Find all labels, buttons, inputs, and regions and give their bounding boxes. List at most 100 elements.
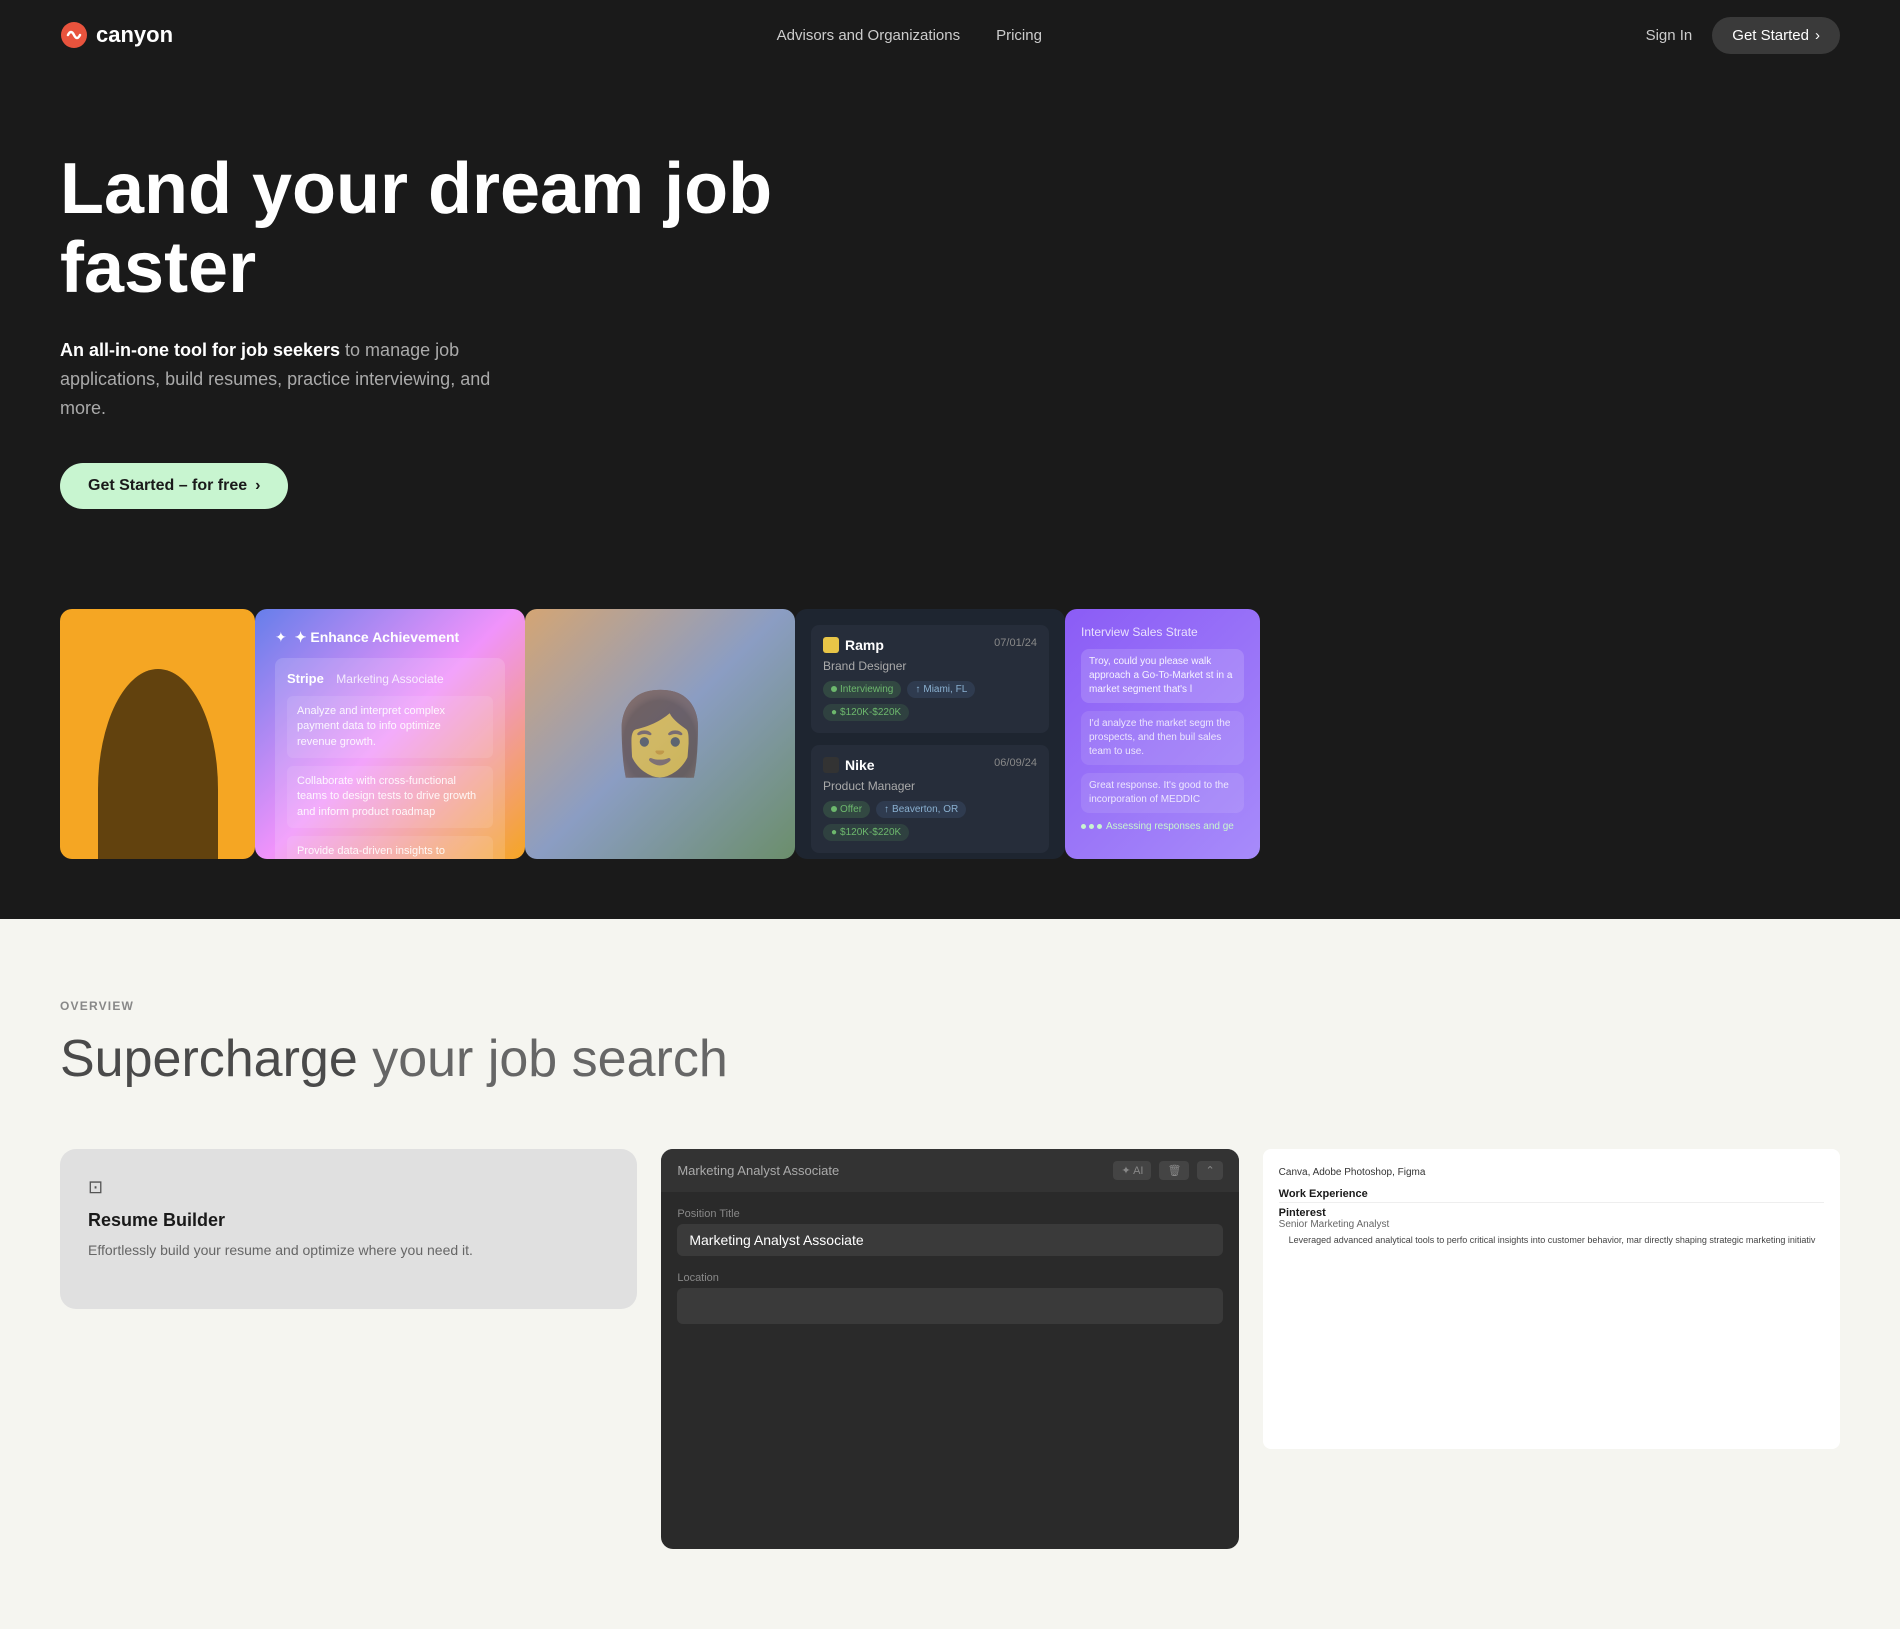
location-value <box>677 1288 1222 1324</box>
location-tag: ↑ Miami, FL <box>907 681 975 698</box>
nav-advisors[interactable]: Advisors and Organizations <box>777 27 960 44</box>
salary-icon: ● <box>831 707 837 718</box>
overview-title-plain: Supercharge <box>60 1030 358 1088</box>
overview-section: OVERVIEW Supercharge your job search ⊡ R… <box>0 919 1900 1629</box>
offer-status-tag: Offer <box>823 801 870 818</box>
resume-work-exp-label: Work Experience <box>1279 1188 1824 1203</box>
sign-in-link[interactable]: Sign In <box>1646 27 1693 44</box>
feature-resume-title: Resume Builder <box>88 1210 609 1231</box>
chat-loading: Assessing responses and ge <box>1081 821 1244 832</box>
dot-1 <box>1081 824 1086 829</box>
hero-cta-button[interactable]: Get Started – for free › <box>60 463 288 509</box>
chat-a2: Great response. It's good to the incorpo… <box>1081 773 1244 813</box>
ramp-company-icon <box>823 637 839 653</box>
interview-header: Interview Sales Strate <box>1081 625 1244 639</box>
job-header-nike: Nike 06/09/24 <box>823 757 1037 773</box>
job-company-ramp: Ramp <box>823 637 884 653</box>
resume-skills-text: Canva, Adobe Photoshop, Figma <box>1279 1165 1824 1180</box>
feature-resume-preview: Canva, Adobe Photoshop, Figma Work Exper… <box>1263 1149 1840 1449</box>
photo-placeholder: 👩 <box>525 609 795 859</box>
job-date-nike: 06/09/24 <box>994 757 1037 769</box>
expand-action-badge: ⌃ <box>1197 1161 1222 1180</box>
nav-right: Sign In Get Started › <box>1646 17 1840 54</box>
screenshot-actions: ✦ AI 🗑 ⌃ <box>1113 1161 1222 1180</box>
location-field: Location <box>677 1272 1222 1324</box>
chat-a1: I'd analyze the market segm the prospect… <box>1081 711 1244 765</box>
enhance-bullet-3: Provide data-driven insights to stakehol… <box>287 836 493 859</box>
nike-salary-tag: ● $120K-$220K <box>823 824 909 841</box>
feature-resume-desc: Effortlessly build your resume and optim… <box>88 1239 609 1261</box>
salary-icon-2: ● <box>831 827 837 838</box>
person-icon: 👩 <box>610 687 710 781</box>
logo-link[interactable]: canyon <box>60 21 173 49</box>
dot-3 <box>1097 824 1102 829</box>
hero-subtitle: An all-in-one tool for job seekers to ma… <box>60 336 540 422</box>
screenshot-body: Position Title Marketing Analyst Associa… <box>661 1192 1238 1549</box>
interview-chat: Troy, could you please walk approach a G… <box>1081 649 1244 843</box>
nike-location-tag: ↑ Beaverton, OR <box>876 801 966 818</box>
position-title-field: Position Title Marketing Analyst Associa… <box>677 1208 1222 1256</box>
nav-pricing[interactable]: Pricing <box>996 27 1042 44</box>
position-title-value: Marketing Analyst Associate <box>677 1224 1222 1256</box>
loading-dots <box>1081 824 1102 829</box>
star-icon: ✦ <box>275 629 287 646</box>
delete-action-badge: 🗑 <box>1159 1161 1189 1180</box>
cta-chevron-icon: › <box>255 477 260 495</box>
enhance-header: ✦ ✦ Enhance Achievement <box>275 629 505 646</box>
resume-job1-bullet: Leveraged advanced analytical tools to p… <box>1289 1234 1824 1247</box>
job-date-ramp: 07/01/24 <box>994 637 1037 649</box>
hero-subtitle-strong: An all-in-one tool for job seekers <box>60 340 340 360</box>
hero-card-photo: 👩 <box>525 609 795 859</box>
chevron-right-icon: › <box>1815 27 1820 44</box>
job-entry-ramp: Ramp 07/01/24 Brand Designer Interviewin… <box>811 625 1049 733</box>
resume-job1-title: Pinterest <box>1279 1207 1824 1219</box>
nav-links: Advisors and Organizations Pricing <box>777 27 1042 44</box>
screenshot-header: Marketing Analyst Associate ✦ AI 🗑 ⌃ <box>661 1149 1238 1192</box>
resume-builder-icon: ⊡ <box>88 1177 609 1198</box>
salary-tag: ● $120K-$220K <box>823 704 909 721</box>
feature-screenshot-form: Marketing Analyst Associate ✦ AI 🗑 ⌃ Pos… <box>661 1149 1238 1549</box>
overview-label: OVERVIEW <box>60 999 1840 1013</box>
job-role-ramp: Brand Designer <box>823 659 1037 673</box>
job-company-nike: Nike <box>823 757 875 773</box>
enhance-company: Stripe Marketing Associate <box>287 670 493 688</box>
screenshot-form-title: Marketing Analyst Associate <box>677 1163 839 1178</box>
silhouette-shape <box>98 669 218 859</box>
hero-title: Land your dream job faster <box>60 150 860 308</box>
status-tag: Interviewing <box>823 681 901 698</box>
hero-card-enhance: ✦ ✦ Enhance Achievement Stripe Marketing… <box>255 609 525 859</box>
enhance-body: Stripe Marketing Associate Analyze and i… <box>275 658 505 859</box>
status-dot <box>831 686 837 692</box>
get-started-nav-button[interactable]: Get Started › <box>1712 17 1840 54</box>
location-icon: ↑ <box>915 684 920 695</box>
hero-card-jobs: Ramp 07/01/24 Brand Designer Interviewin… <box>795 609 1065 859</box>
feature-resume-builder[interactable]: ⊡ Resume Builder Effortlessly build your… <box>60 1149 637 1309</box>
ai-action-badge: ✦ AI <box>1113 1161 1151 1180</box>
logo-text: canyon <box>96 22 173 48</box>
job-header-ramp: Ramp 07/01/24 <box>823 637 1037 653</box>
location-label: Location <box>677 1272 1222 1284</box>
enhance-title: ✦ Enhance Achievement <box>295 629 460 646</box>
hero-card-interview: Interview Sales Strate Troy, could you p… <box>1065 609 1260 859</box>
hero-card-yellow <box>60 609 255 859</box>
resume-job1-role: Senior Marketing Analyst <box>1279 1219 1824 1230</box>
chat-q1: Troy, could you please walk approach a G… <box>1081 649 1244 703</box>
overview-title: Supercharge your job search <box>60 1029 1840 1089</box>
enhance-bullet-2: Collaborate with cross-functional teams … <box>287 766 493 828</box>
job-tags-nike: Offer ↑ Beaverton, OR ● $120K-$220K <box>823 801 1037 841</box>
dot-2 <box>1089 824 1094 829</box>
job-tags-ramp: Interviewing ↑ Miami, FL ● $120K-$220K <box>823 681 1037 721</box>
canyon-logo-icon <box>60 21 88 49</box>
feature-cards-strip: ✦ ✦ Enhance Achievement Stripe Marketing… <box>0 569 1900 919</box>
hero-section: Land your dream job faster An all-in-one… <box>0 70 1900 569</box>
overview-title-rest: your job search <box>358 1030 728 1088</box>
job-role-nike: Product Manager <box>823 779 1037 793</box>
offer-dot <box>831 806 837 812</box>
nike-company-icon <box>823 757 839 773</box>
location-icon-2: ↑ <box>884 804 889 815</box>
navigation: canyon Advisors and Organizations Pricin… <box>0 0 1900 70</box>
features-grid: ⊡ Resume Builder Effortlessly build your… <box>60 1149 1840 1549</box>
job-entry-nike: Nike 06/09/24 Product Manager Offer ↑ Be… <box>811 745 1049 853</box>
position-title-label: Position Title <box>677 1208 1222 1220</box>
enhance-bullet-1: Analyze and interpret complex payment da… <box>287 696 493 758</box>
